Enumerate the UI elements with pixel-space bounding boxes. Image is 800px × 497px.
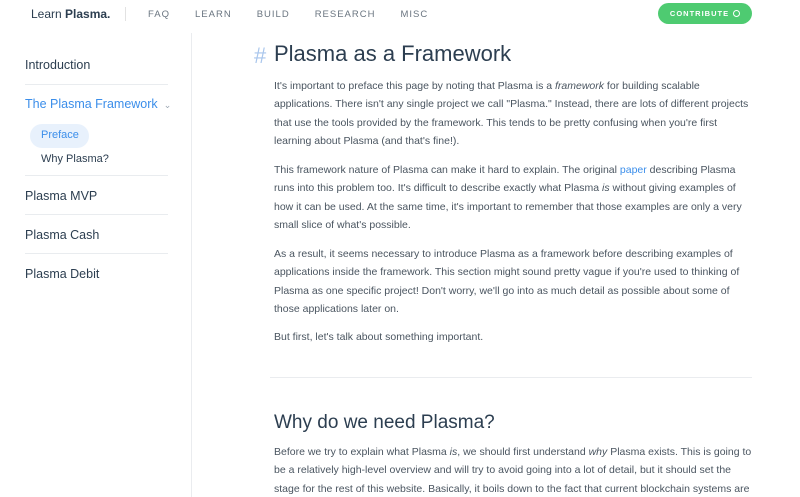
paragraph-framework-nature: This framework nature of Plasma can make… [274, 161, 754, 234]
sidebar-item-plasma-framework[interactable]: The Plasma Framework ⌄ [25, 97, 171, 111]
nav-link-faq[interactable]: FAQ [148, 9, 170, 20]
paragraph-text: This framework nature of Plasma can make… [274, 164, 620, 176]
nav-link-learn[interactable]: LEARN [195, 9, 232, 20]
sidebar-divider [25, 84, 168, 85]
sidebar: Introduction The Plasma Framework ⌄ Prefa… [0, 33, 192, 497]
logo-light-text: Learn [31, 7, 66, 21]
sidebar-subitem-why-plasma[interactable]: Why Plasma? [41, 153, 109, 165]
sidebar-divider [25, 175, 168, 176]
page-title: Plasma as a Framework [274, 41, 512, 66]
paragraph-emphasis: is [602, 182, 610, 195]
sidebar-item-label: Plasma MVP [25, 189, 98, 203]
contribute-button[interactable]: CONTRIBUTE [658, 3, 752, 24]
sidebar-subitem-label: Why Plasma? [41, 153, 109, 165]
paragraph-emphasis: framework [555, 80, 605, 92]
sidebar-item-label: Plasma Debit [25, 267, 100, 281]
nav-link-research[interactable]: RESEARCH [315, 9, 376, 20]
main-nav: FAQ LEARN BUILD RESEARCH MISC [148, 9, 453, 20]
chevron-down-icon: ⌄ [163, 100, 172, 110]
paragraph-emphasis: why [588, 446, 608, 458]
sidebar-item-plasma-mvp[interactable]: Plasma MVP [25, 189, 97, 203]
paragraph-intro: It's important to preface this page by n… [274, 77, 754, 150]
sidebar-item-label: Plasma Cash [25, 228, 100, 242]
sidebar-item-plasma-debit[interactable]: Plasma Debit [25, 267, 99, 281]
nav-link-misc[interactable]: MISC [400, 9, 428, 20]
sidebar-divider [25, 253, 168, 254]
sidebar-subitem-preface[interactable]: Preface [41, 129, 79, 141]
heading-anchor-link[interactable]: # [254, 43, 266, 69]
sidebar-item-label: Introduction [25, 58, 91, 72]
nav-link-build[interactable]: BUILD [257, 9, 290, 20]
section-divider [270, 377, 752, 378]
paragraph-text: Before we try to explain what Plasma [274, 446, 450, 458]
paragraph-text: , we should first understand [457, 446, 589, 458]
sidebar-subitem-label: Preface [41, 129, 79, 141]
github-icon [733, 10, 741, 17]
sidebar-divider [25, 214, 168, 215]
sidebar-item-introduction[interactable]: Introduction [25, 58, 90, 72]
section-heading-why-plasma: Why do we need Plasma? [274, 412, 495, 433]
sidebar-item-label: The Plasma Framework [25, 97, 158, 111]
paragraph-why-intro: Before we try to explain what Plasma is,… [274, 443, 754, 497]
paragraph-as-a-result: As a result, it seems necessary to intro… [274, 248, 740, 315]
contribute-label: CONTRIBUTE [669, 9, 730, 18]
top-navbar: Learn Plasma. FAQ LEARN BUILD RESEARCH M… [0, 0, 800, 30]
paragraph-but-first: But first, let's talk about something im… [274, 331, 484, 343]
site-logo[interactable]: Learn Plasma. [31, 7, 110, 21]
paragraph-text: It's important to preface this page by n… [274, 80, 555, 92]
paper-link[interactable]: paper [620, 164, 647, 176]
logo-bold-text: Plasma. [65, 7, 111, 21]
sidebar-item-plasma-cash[interactable]: Plasma Cash [25, 228, 99, 242]
nav-divider [125, 7, 126, 21]
